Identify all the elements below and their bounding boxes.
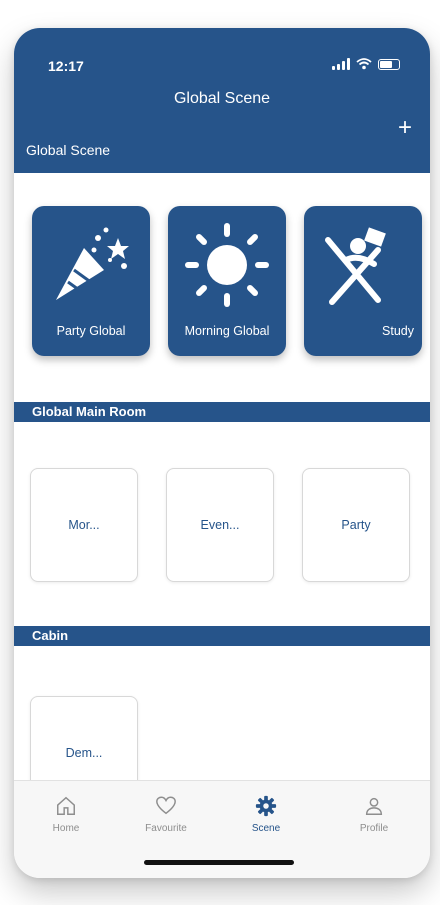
heart-icon [156, 796, 176, 815]
room-scene-card[interactable]: Mor... [30, 468, 138, 582]
wifi-icon [356, 58, 372, 70]
scene-label: Party Global [56, 324, 126, 338]
page-title: Global Scene [173, 90, 271, 107]
phone-screen: 12:17 Global Scene + Global Scene Party … [14, 28, 430, 878]
tab-label: Favourite [145, 823, 187, 834]
group-title-cabin: Cabin [14, 626, 430, 646]
section-label-global-scene: Global Scene [26, 142, 111, 158]
party-popper-icon [56, 227, 129, 300]
room-scene-card[interactable]: Party [302, 468, 410, 582]
home-icon [57, 796, 75, 815]
tab-label: Scene [251, 823, 281, 834]
room-scene-list: Mor... Even... Party [30, 468, 410, 582]
scene-label: Study [382, 324, 414, 338]
person-icon [365, 797, 383, 815]
status-time: 12:17 [48, 58, 84, 74]
room-scene-card[interactable]: Even... [166, 468, 274, 582]
battery-icon [378, 59, 400, 70]
tab-label: Home [52, 823, 80, 834]
tab-label: Profile [359, 823, 389, 834]
status-icons [332, 58, 400, 70]
scene-label: Morning Global [184, 324, 270, 338]
tab-scene[interactable]: Scene [226, 795, 306, 834]
gear-icon [255, 795, 277, 817]
scene-card-morning-global[interactable]: Morning Global [168, 206, 286, 356]
scene-card-party-global[interactable]: Party Global [32, 206, 150, 356]
tab-favourite[interactable]: Favourite [126, 795, 206, 834]
app-header: 12:17 Global Scene + Global Scene [14, 28, 430, 173]
reading-chair-icon [325, 227, 386, 305]
scene-card-study[interactable]: Study [304, 206, 422, 356]
global-scene-list: Party Global Morning Global Study [32, 206, 422, 356]
group-title-global-main-room: Global Main Room [14, 402, 430, 422]
add-scene-button[interactable]: + [398, 116, 412, 140]
home-indicator [144, 860, 294, 865]
tab-profile[interactable]: Profile [334, 795, 414, 834]
tab-home[interactable]: Home [26, 795, 106, 834]
signal-icon [332, 58, 350, 70]
sun-icon [185, 223, 269, 307]
